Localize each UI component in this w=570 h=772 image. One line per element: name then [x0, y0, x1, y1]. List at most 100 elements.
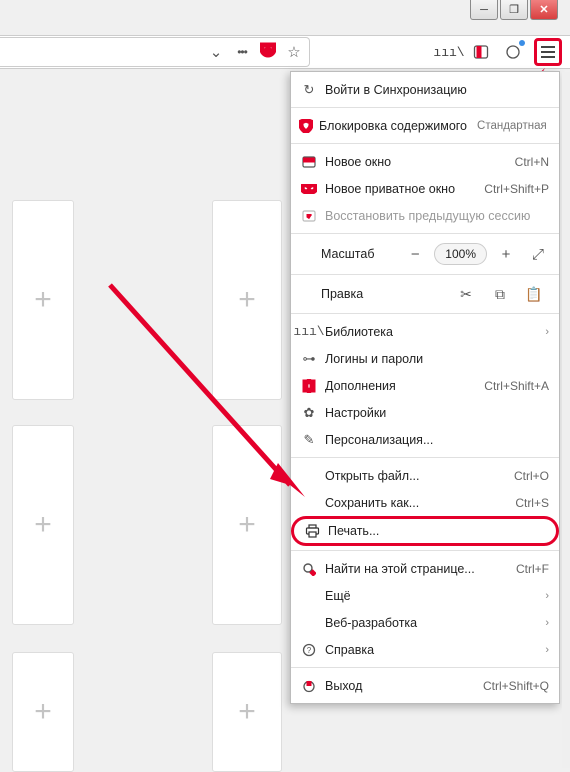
window-maximize-button[interactable]: ❐	[500, 0, 528, 20]
menu-label: Сохранить как...	[325, 496, 509, 510]
menu-label: Блокировка содержимого	[319, 119, 467, 133]
shortcut: Ctrl+Shift+Q	[483, 679, 549, 693]
help-icon: ?	[299, 643, 319, 657]
menu-save-as[interactable]: Сохранить как... Ctrl+S	[291, 489, 559, 516]
browser-toolbar: ⌄ ••• ☆ ııı\	[0, 35, 570, 69]
paste-button[interactable]: 📋	[517, 286, 551, 303]
menu-logins[interactable]: ⊶ Логины и пароли	[291, 345, 559, 372]
menu-label: Печать...	[328, 524, 546, 538]
vertical-scrollbar[interactable]	[562, 72, 570, 768]
window-minimize-button[interactable]: ─	[470, 0, 498, 20]
annotation-arrow-to-print	[100, 275, 320, 505]
menu-label: Восстановить предыдущую сессию	[325, 209, 549, 223]
app-menu-button[interactable]	[534, 38, 562, 66]
library-icon: ııı\	[299, 324, 319, 339]
tile[interactable]: +	[12, 425, 74, 625]
menu-label: Персонализация...	[325, 433, 549, 447]
chevron-right-icon: ›	[545, 617, 549, 629]
menu-label: Ещё	[325, 589, 539, 603]
shortcut: Ctrl+Shift+P	[484, 182, 549, 196]
key-icon: ⊶	[299, 351, 319, 367]
zoom-percent[interactable]: 100%	[434, 243, 487, 265]
menu-library[interactable]: ııı\ Библиотека ›	[291, 318, 559, 345]
fullscreen-button[interactable]: ⤢	[525, 243, 551, 265]
menu-zoom-row: Масштаб − 100% + ⤢	[291, 238, 559, 270]
window-icon	[299, 156, 319, 168]
menu-find[interactable]: Найти на этой странице... Ctrl+F	[291, 555, 559, 582]
menu-label: Библиотека	[325, 325, 539, 339]
chevron-right-icon: ›	[545, 644, 549, 656]
sidebar-icon[interactable]	[470, 41, 492, 63]
tile[interactable]: +	[212, 652, 282, 772]
menu-label: Новое приватное окно	[325, 182, 478, 196]
pocket-icon[interactable]	[259, 42, 277, 62]
menu-help[interactable]: ? Справка ›	[291, 636, 559, 663]
menu-label: Справка	[325, 643, 539, 657]
window-close-button[interactable]: ✕	[530, 0, 558, 20]
power-icon	[299, 679, 319, 693]
menu-content-blocking[interactable]: Блокировка содержимого Стандартная	[291, 112, 559, 139]
plus-icon: +	[34, 508, 52, 542]
menu-label: Войти в Синхронизацию	[325, 83, 549, 97]
zoom-in-button[interactable]: +	[493, 243, 519, 265]
tile[interactable]: +	[212, 425, 282, 625]
plus-icon: +	[238, 283, 256, 317]
cut-button[interactable]: ✂	[449, 286, 483, 303]
account-icon[interactable]	[502, 41, 524, 63]
puzzle-icon	[299, 379, 319, 393]
printer-icon	[302, 524, 322, 538]
zoom-label: Масштаб	[299, 247, 396, 261]
menu-label: Новое окно	[325, 155, 509, 169]
menu-sync[interactable]: ↻ Войти в Синхронизацию	[291, 76, 559, 103]
zoom-out-button[interactable]: −	[402, 243, 428, 265]
chevron-right-icon: ›	[545, 590, 549, 602]
tile[interactable]: +	[212, 200, 282, 400]
shortcut: Ctrl+F	[516, 562, 549, 576]
shortcut: Ctrl+O	[514, 469, 549, 483]
menu-label: Веб-разработка	[325, 616, 539, 630]
paint-icon: ✎	[299, 432, 319, 448]
edit-label: Правка	[299, 287, 449, 301]
menu-edit-row: Правка ✂ ⧉ 📋	[291, 279, 559, 309]
shortcut: Ctrl+S	[515, 496, 549, 510]
shortcut: Ctrl+Shift+A	[484, 379, 549, 393]
plus-icon: +	[238, 508, 256, 542]
menu-preferences[interactable]: ✿ Настройки	[291, 399, 559, 426]
sync-icon: ↻	[299, 82, 319, 98]
menu-more[interactable]: Ещё ›	[291, 582, 559, 609]
tile[interactable]: +	[12, 652, 74, 772]
tile[interactable]: +	[12, 200, 74, 400]
address-bar[interactable]: ⌄ ••• ☆	[0, 37, 310, 67]
blocking-level-badge: Стандартная	[473, 118, 551, 134]
menu-label: Найти на этой странице...	[325, 562, 510, 576]
menu-private-window[interactable]: Новое приватное окно Ctrl+Shift+P	[291, 175, 559, 202]
menu-restore-session: Восстановить предыдущую сессию	[291, 202, 559, 229]
svg-text:?: ?	[307, 646, 312, 655]
menu-webdev[interactable]: Веб-разработка ›	[291, 609, 559, 636]
shortcut: Ctrl+N	[515, 155, 549, 169]
page-actions-icon[interactable]: •••	[233, 45, 251, 59]
restore-icon	[299, 210, 319, 222]
menu-label: Настройки	[325, 406, 549, 420]
mask-icon	[299, 184, 319, 194]
menu-open-file[interactable]: Открыть файл... Ctrl+O	[291, 462, 559, 489]
library-icon[interactable]: ııı\	[438, 41, 460, 63]
plus-icon: +	[34, 695, 52, 729]
menu-label: Выход	[325, 679, 477, 693]
menu-quit[interactable]: Выход Ctrl+Shift+Q	[291, 672, 559, 699]
shield-icon	[299, 119, 313, 133]
bookmark-star-icon[interactable]: ☆	[285, 43, 303, 61]
gear-icon: ✿	[299, 405, 319, 421]
plus-icon: +	[34, 283, 52, 317]
menu-label: Логины и пароли	[325, 352, 549, 366]
search-icon	[299, 562, 319, 576]
dropdown-icon[interactable]: ⌄	[207, 43, 225, 61]
menu-new-window[interactable]: Новое окно Ctrl+N	[291, 148, 559, 175]
menu-label: Открыть файл...	[325, 469, 508, 483]
chevron-right-icon: ›	[545, 326, 549, 338]
menu-addons[interactable]: Дополнения Ctrl+Shift+A	[291, 372, 559, 399]
copy-button[interactable]: ⧉	[483, 286, 517, 303]
menu-print[interactable]: Печать...	[291, 516, 559, 546]
plus-icon: +	[238, 695, 256, 729]
menu-customize[interactable]: ✎ Персонализация...	[291, 426, 559, 453]
